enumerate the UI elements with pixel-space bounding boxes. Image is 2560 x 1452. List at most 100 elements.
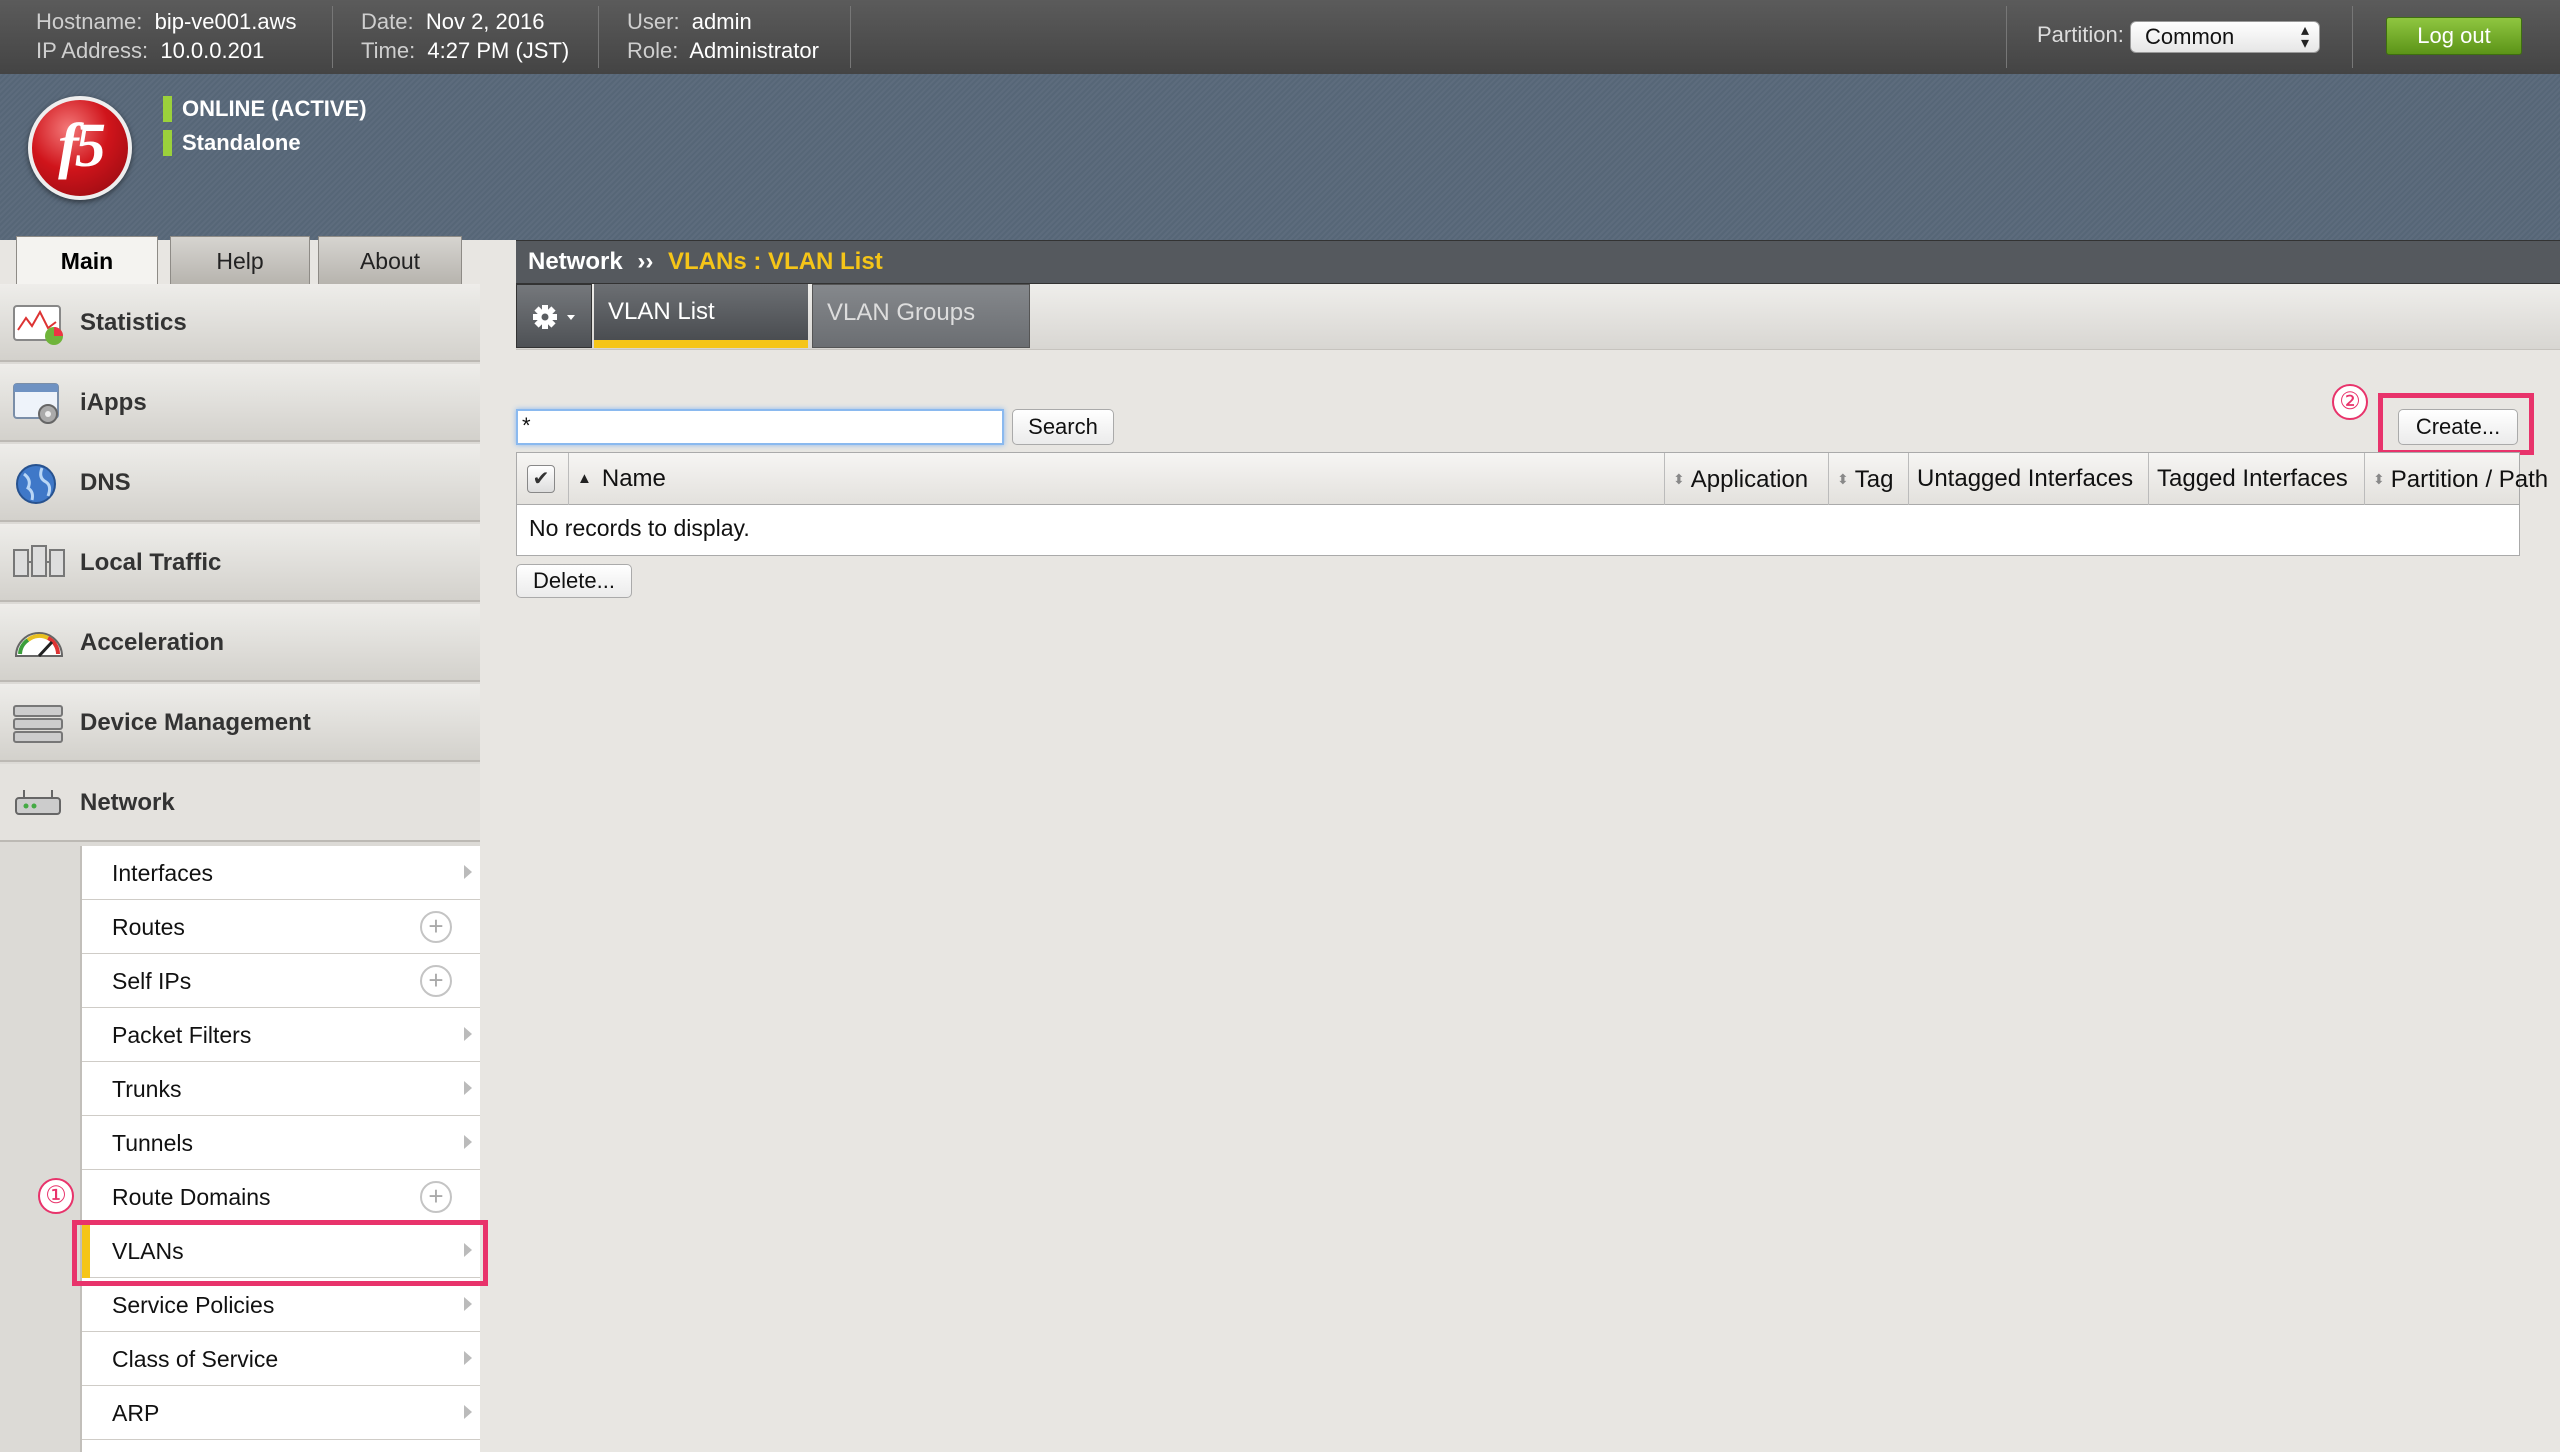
select-arrows-icon: ▴ ▾ xyxy=(2300,22,2309,52)
time-value: 4:27 PM (JST) xyxy=(427,38,570,63)
tab-about[interactable]: About xyxy=(318,236,462,284)
sidebar-item-label: DNS xyxy=(80,469,131,496)
col-name[interactable]: ▲ Name xyxy=(569,453,1665,505)
subnav-label: Route Domains xyxy=(112,1184,271,1210)
chevron-right-icon xyxy=(464,1081,472,1095)
create-button[interactable]: Create... xyxy=(2398,409,2518,445)
sort-icon: ⬍ xyxy=(1673,471,1685,487)
sidebar-item-dns[interactable]: DNS xyxy=(0,444,480,522)
sidebar-item-label: Statistics xyxy=(80,309,187,336)
subnav-tunnels[interactable]: Tunnels xyxy=(82,1116,480,1170)
search-input[interactable]: * xyxy=(516,409,1004,445)
tab-help[interactable]: Help xyxy=(170,236,310,284)
plus-circle-icon[interactable]: + xyxy=(420,911,452,943)
sidebar-item-label: Local Traffic xyxy=(80,549,222,576)
sort-icon: ⬍ xyxy=(2373,471,2385,487)
subnav-arp[interactable]: ARP xyxy=(82,1386,480,1440)
divider xyxy=(2006,6,2007,68)
col-tagged-interfaces: Tagged Interfaces xyxy=(2149,453,2365,505)
subnav-routes[interactable]: Routes + xyxy=(82,900,480,954)
partition-select[interactable]: Common ▴ ▾ xyxy=(2130,21,2320,53)
col-tag[interactable]: ⬍ Tag xyxy=(1829,453,1909,505)
sidebar-item-network[interactable]: Network xyxy=(0,764,480,842)
gear-icon xyxy=(533,305,575,329)
chevron-right-icon xyxy=(464,1351,472,1365)
col-untagged-label: Untagged Interfaces xyxy=(1917,465,2134,492)
subnav-interfaces[interactable]: Interfaces xyxy=(82,846,480,900)
chevron-right-icon xyxy=(464,1297,472,1311)
divider xyxy=(850,6,851,68)
table-header: ✔ ▲ Name ⬍ Application ⬍ Tag Untagged Inter… xyxy=(517,453,2548,505)
col-partition-label: Partition / Path xyxy=(2390,466,2549,493)
date-label: Date: xyxy=(361,9,414,34)
subnav-label: Tunnels xyxy=(112,1130,193,1156)
sidebar-item-device-management[interactable]: Device Management xyxy=(0,684,480,762)
subnav-label: ARP xyxy=(112,1400,160,1426)
sidebar-item-label: iApps xyxy=(80,389,147,416)
divider xyxy=(332,6,333,68)
f5-logo: f5 xyxy=(28,96,132,200)
chevron-right-icon xyxy=(464,1135,472,1149)
sort-asc-icon: ▲ xyxy=(577,470,592,487)
datetime-info: Date: Nov 2, 2016 Time: 4:27 PM (JST) xyxy=(361,7,569,65)
role-label: Role: xyxy=(627,38,679,63)
col-tag-label: Tag xyxy=(1854,466,1894,493)
delete-button[interactable]: Delete... xyxy=(516,564,632,598)
subnav-label: Interfaces xyxy=(112,860,213,886)
subnav-class-of-service[interactable]: Class of Service xyxy=(82,1332,480,1386)
search-button[interactable]: Search xyxy=(1012,409,1114,445)
hostname-label: Hostname: xyxy=(36,9,143,34)
sidebar-item-local-traffic[interactable]: Local Traffic xyxy=(0,524,480,602)
subnav-trunks[interactable]: Trunks xyxy=(82,1062,480,1116)
subnav-label: Class of Service xyxy=(112,1346,279,1372)
dns-globe-icon xyxy=(16,464,56,504)
user-info: User: admin Role: Administrator xyxy=(627,7,819,65)
role-value: Administrator xyxy=(689,38,819,63)
tab-vlan-list[interactable]: VLAN List xyxy=(594,284,808,348)
settings-menu[interactable] xyxy=(516,284,592,348)
plus-circle-icon[interactable]: + xyxy=(420,965,452,997)
statistics-icon xyxy=(13,305,63,345)
chevron-right-icon xyxy=(464,1027,472,1041)
subnav-route-domains[interactable]: Route Domains + xyxy=(82,1170,480,1224)
chevron-right-icon xyxy=(464,1405,472,1419)
partition-value: Common xyxy=(2145,24,2235,49)
ip-label: IP Address: xyxy=(36,38,149,63)
subnav-self-ips[interactable]: Self IPs + xyxy=(82,954,480,1008)
host-info: Hostname: bip-ve001.aws IP Address: 10.0… xyxy=(36,7,297,65)
select-all-checkbox[interactable]: ✔ xyxy=(527,465,555,493)
divider xyxy=(598,6,599,68)
breadcrumb-root[interactable]: Network xyxy=(528,248,623,275)
time-label: Time: xyxy=(361,38,416,63)
plus-circle-icon[interactable]: + xyxy=(420,1181,452,1213)
chevron-right-icon xyxy=(464,865,472,879)
subnav-label: Packet Filters xyxy=(112,1022,252,1048)
breadcrumb-current: VLANs : VLAN List xyxy=(668,248,883,275)
breadcrumb: Network ›› VLANs : VLAN List xyxy=(516,240,2560,284)
col-partition-path[interactable]: ⬍ Partition / Path xyxy=(2365,453,2548,505)
vlan-table: ✔ ▲ Name ⬍ Application ⬍ Tag Untagged Inter… xyxy=(516,452,2548,556)
user-label: User: xyxy=(627,9,680,34)
subnav-packet-filters[interactable]: Packet Filters xyxy=(82,1008,480,1062)
status-online: ONLINE (ACTIVE) xyxy=(163,96,367,122)
subnav-label: Self IPs xyxy=(112,968,192,994)
col-untagged-interfaces: Untagged Interfaces xyxy=(1909,453,2149,505)
sidebar-item-iapps[interactable]: iApps xyxy=(0,364,480,442)
hostname-value: bip-ve001.aws xyxy=(154,9,297,34)
iapps-icon xyxy=(13,383,59,424)
step-1-marker: ① xyxy=(38,1178,74,1214)
logout-button[interactable]: Log out xyxy=(2386,17,2522,55)
tab-vlan-groups[interactable]: VLAN Groups xyxy=(812,284,1030,348)
tab-main[interactable]: Main xyxy=(16,236,158,286)
empty-message: No records to display. xyxy=(529,515,750,541)
top-bar: Hostname: bip-ve001.aws IP Address: 10.0… xyxy=(0,0,2560,74)
header-banner: f5 ONLINE (ACTIVE) Standalone xyxy=(0,74,2560,240)
sidebar-item-acceleration[interactable]: Acceleration xyxy=(0,604,480,682)
subnav-service-policies[interactable]: Service Policies xyxy=(82,1278,480,1332)
col-application[interactable]: ⬍ Application xyxy=(1665,453,1829,505)
sidebar-item-statistics[interactable]: Statistics xyxy=(0,284,480,362)
step-2-marker: ② xyxy=(2332,384,2368,420)
partition-label: Partition: xyxy=(2037,22,2124,47)
server-stack-icon xyxy=(13,705,63,743)
date-value: Nov 2, 2016 xyxy=(425,9,545,34)
